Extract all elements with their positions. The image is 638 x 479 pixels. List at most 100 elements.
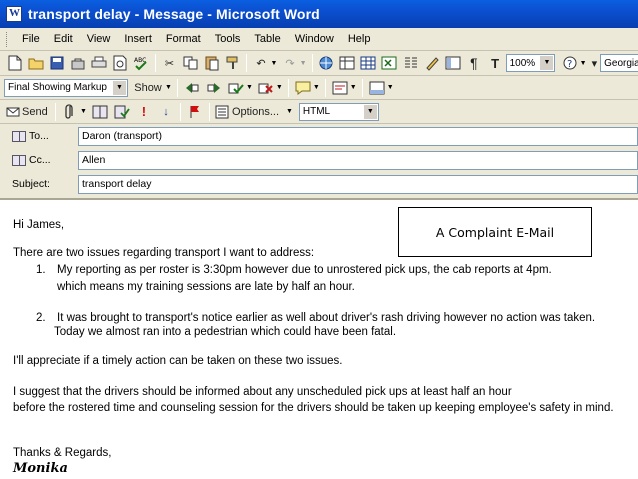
flag-icon[interactable] <box>186 103 204 121</box>
zoom-select[interactable]: 100% ▼ <box>505 54 556 72</box>
check-names-icon[interactable] <box>113 103 131 121</box>
redo-icon[interactable]: ↷ <box>281 54 298 72</box>
message-format-select[interactable]: HTML ▼ <box>298 102 379 121</box>
previous-change-icon[interactable] <box>183 79 201 97</box>
next-change-icon[interactable] <box>205 79 223 97</box>
permission-icon[interactable] <box>69 54 86 72</box>
track-changes-icon[interactable] <box>331 79 349 97</box>
word-app-icon[interactable] <box>6 6 22 22</box>
print-icon[interactable] <box>91 54 108 72</box>
menu-grip-icon[interactable] <box>6 31 9 47</box>
toolbar-options-icon[interactable]: ▾ <box>591 54 599 72</box>
undo-dropdown-icon[interactable]: ▼ <box>271 60 278 67</box>
options-button[interactable]: Options... <box>215 103 285 121</box>
toolbar-separator <box>287 78 289 97</box>
accept-dropdown-icon[interactable]: ▼ <box>246 84 253 91</box>
item1-line2: which means my training sessions are lat… <box>57 281 355 293</box>
toolbar-separator <box>154 54 156 72</box>
new-document-icon[interactable] <box>6 54 23 72</box>
attach-file-icon[interactable] <box>61 103 79 121</box>
menu-tools[interactable]: Tools <box>208 33 248 45</box>
copy-icon[interactable] <box>182 54 199 72</box>
insert-excel-icon[interactable] <box>381 54 398 72</box>
suggestion-line2: before the rostered time and counseling … <box>13 402 614 414</box>
comment-dropdown-icon[interactable]: ▼ <box>313 84 320 91</box>
closing-text: Thanks & Regards, <box>13 447 112 459</box>
font-select[interactable]: Georgia <box>600 54 638 72</box>
toolbar-separator <box>361 78 363 97</box>
zoom-dropdown-icon[interactable]: ▼ <box>540 56 554 70</box>
format-dropdown-icon[interactable]: ▼ <box>363 104 377 119</box>
address-book-icon <box>12 130 26 142</box>
to-button[interactable]: To... <box>0 130 78 142</box>
options-label: Options... <box>231 105 280 118</box>
high-importance-icon[interactable]: ! <box>135 103 153 121</box>
display-for-review-select[interactable]: Final Showing Markup ▼ <box>4 78 128 97</box>
request-text: I'll appreciate if a timely action can b… <box>13 355 343 367</box>
item2-line1: It was brought to transport's notice ear… <box>57 312 596 324</box>
insert-table-icon[interactable] <box>360 54 377 72</box>
new-comment-icon[interactable] <box>294 79 312 97</box>
show-hide-paragraph-icon[interactable]: ¶ <box>465 54 482 72</box>
send-icon <box>6 107 20 116</box>
address-book-icon <box>12 154 26 166</box>
greeting: Hi James, <box>13 219 65 231</box>
menu-format[interactable]: Format <box>159 33 208 45</box>
hyperlink-icon[interactable] <box>318 54 335 72</box>
open-folder-icon[interactable] <box>27 54 44 72</box>
message-format-value: HTML <box>302 106 331 117</box>
help-dropdown-icon[interactable]: ▼ <box>580 60 587 67</box>
menu-view[interactable]: View <box>80 33 118 45</box>
send-button[interactable]: Send <box>6 103 50 121</box>
attach-dropdown-icon[interactable]: ▼ <box>80 108 87 115</box>
markup-mode-value: Final Showing Markup <box>8 82 107 93</box>
menu-window[interactable]: Window <box>288 33 341 45</box>
reject-change-icon[interactable] <box>257 79 275 97</box>
redo-dropdown-icon[interactable]: ▼ <box>300 60 307 67</box>
item2-number: 2. <box>36 312 46 324</box>
insert-icon[interactable]: T <box>487 54 504 72</box>
subject-field[interactable]: transport delay <box>78 174 638 194</box>
reviewing-pane-icon[interactable] <box>368 79 386 97</box>
menu-insert[interactable]: Insert <box>117 33 159 45</box>
show-menu-button[interactable]: Show <box>132 79 164 97</box>
zoom-value: 100% <box>509 57 536 69</box>
title-bar: transport delay - Message - Microsoft Wo… <box>0 0 638 28</box>
options-dropdown-icon[interactable]: ▼ <box>286 108 293 115</box>
low-importance-icon[interactable]: ↓ <box>157 103 175 121</box>
cc-button[interactable]: Cc... <box>0 154 78 166</box>
toolbar2-options-icon[interactable]: ▼ <box>387 84 394 91</box>
cc-field[interactable]: Allen <box>78 150 638 170</box>
track-changes-dropdown-icon[interactable]: ▼ <box>350 84 357 91</box>
options-icon <box>215 105 229 118</box>
show-label: Show <box>134 81 162 94</box>
toolbar-separator <box>55 102 56 121</box>
menu-file[interactable]: File <box>15 33 47 45</box>
drawing-icon[interactable] <box>423 54 440 72</box>
address-book-icon[interactable] <box>91 103 109 121</box>
columns-icon[interactable] <box>402 54 419 72</box>
format-painter-icon[interactable] <box>224 54 241 72</box>
accept-change-icon[interactable] <box>227 79 245 97</box>
document-map-icon[interactable] <box>444 54 461 72</box>
email-toolbar: Send ▼ ! ↓ Options... ▼ HTML ▼ <box>0 100 638 124</box>
tables-borders-icon[interactable] <box>339 54 356 72</box>
to-field[interactable]: Daron (transport) <box>78 126 638 146</box>
reject-dropdown-icon[interactable]: ▼ <box>276 84 283 91</box>
subject-row: Subject: transport delay <box>0 174 638 194</box>
undo-icon[interactable]: ↶ <box>252 54 269 72</box>
toolbar-separator <box>179 102 181 121</box>
item1-line1: My reporting as per roster is 3:30pm how… <box>57 264 552 276</box>
menu-help[interactable]: Help <box>341 33 378 45</box>
paste-icon[interactable] <box>203 54 220 72</box>
spelling-icon[interactable]: ABC <box>133 54 150 72</box>
markup-dropdown-icon[interactable]: ▼ <box>113 80 126 95</box>
toolbar-separator <box>311 54 313 72</box>
menu-table[interactable]: Table <box>247 33 287 45</box>
help-icon[interactable]: ? <box>561 54 578 72</box>
show-dropdown-icon[interactable]: ▼ <box>165 84 172 91</box>
cut-icon[interactable]: ✂ <box>161 54 178 72</box>
print-preview-icon[interactable] <box>112 54 129 72</box>
menu-edit[interactable]: Edit <box>47 33 80 45</box>
save-icon[interactable] <box>48 54 65 72</box>
